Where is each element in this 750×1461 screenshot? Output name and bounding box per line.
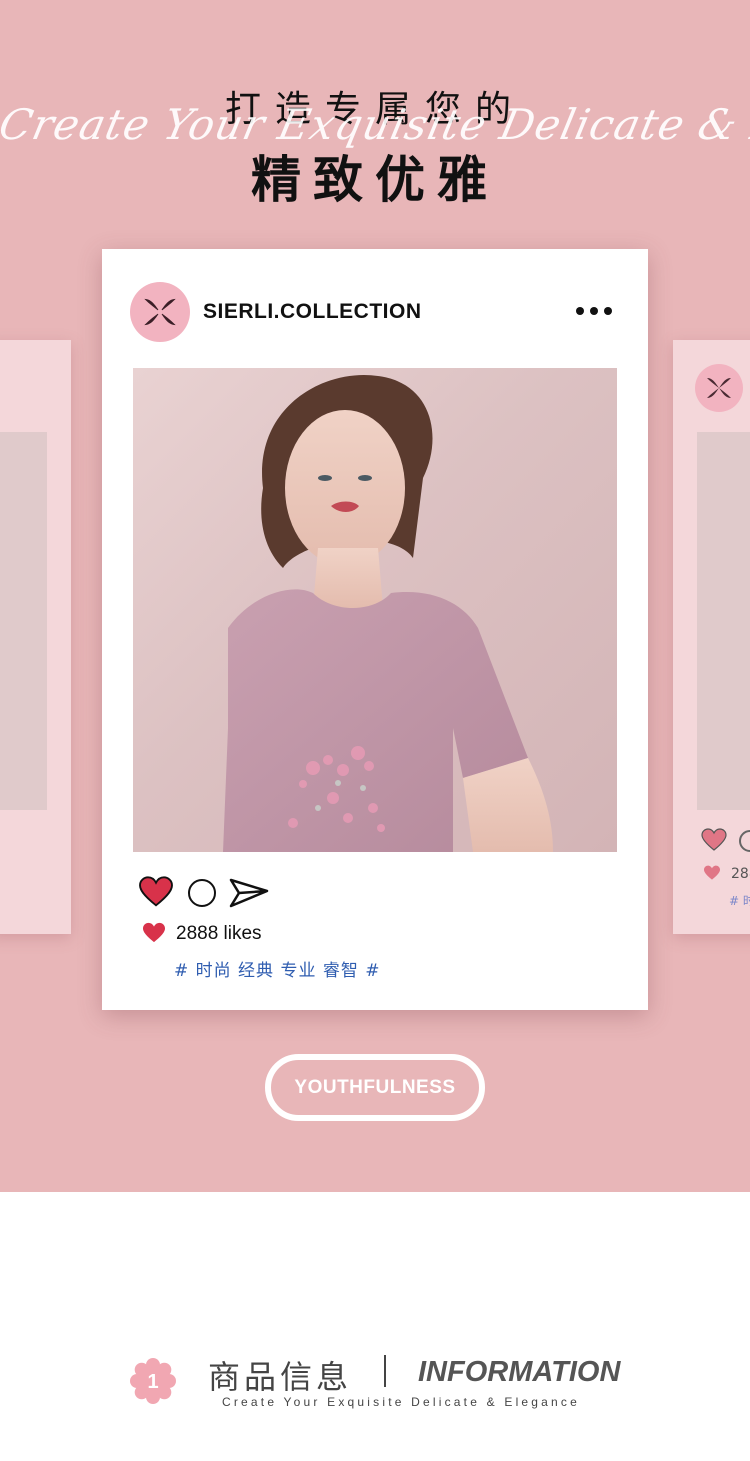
likes-count: 2888 likes (176, 923, 262, 944)
model-in-pink-dress-photo (133, 368, 617, 852)
info-title-en: INFORMATION (418, 1356, 621, 1388)
heart-icon[interactable] (701, 828, 727, 856)
more-dots-icon[interactable] (576, 303, 616, 319)
heart-icon[interactable] (138, 876, 174, 912)
info-title-cn: 商品信息 (208, 1358, 353, 1396)
side-card-right[interactable]: 288 # 时 (673, 340, 750, 934)
hashtags-partial: # 时 (729, 894, 750, 908)
badge-number: 1 (147, 1371, 158, 1393)
send-icon[interactable] (229, 877, 269, 913)
side-card-left[interactable] (0, 340, 71, 934)
like-heart-icon (703, 865, 721, 885)
account-name[interactable]: SIERLI.COLLECTION (203, 300, 422, 324)
brand-monogram-icon[interactable] (130, 282, 190, 342)
side-card-photo-placeholder (0, 432, 47, 810)
likes-count-partial: 288 (731, 866, 750, 882)
post-card: SIERLI.COLLECTION 2888 likes # 时尚 经典 专业 … (102, 249, 648, 1010)
hero-title-line2: 精致优雅 (251, 151, 499, 209)
info-subtitle: Create Your Exquisite Delicate & Eleganc… (222, 1395, 581, 1409)
hero-section: 打造专属您的 Create Your Exquisite Delicate & … (0, 0, 750, 1192)
flower-number-badge: 1 (129, 1357, 177, 1405)
info-divider (384, 1355, 386, 1387)
like-heart-icon (142, 922, 166, 948)
brand-monogram-icon (695, 364, 743, 412)
youthfulness-button[interactable]: YOUTHFULNESS (265, 1054, 485, 1121)
comment-icon[interactable] (739, 830, 750, 852)
side-card-photo-placeholder (697, 432, 750, 810)
hashtags[interactable]: # 时尚 经典 专业 睿智 # (174, 956, 381, 981)
comment-icon[interactable] (188, 879, 216, 907)
